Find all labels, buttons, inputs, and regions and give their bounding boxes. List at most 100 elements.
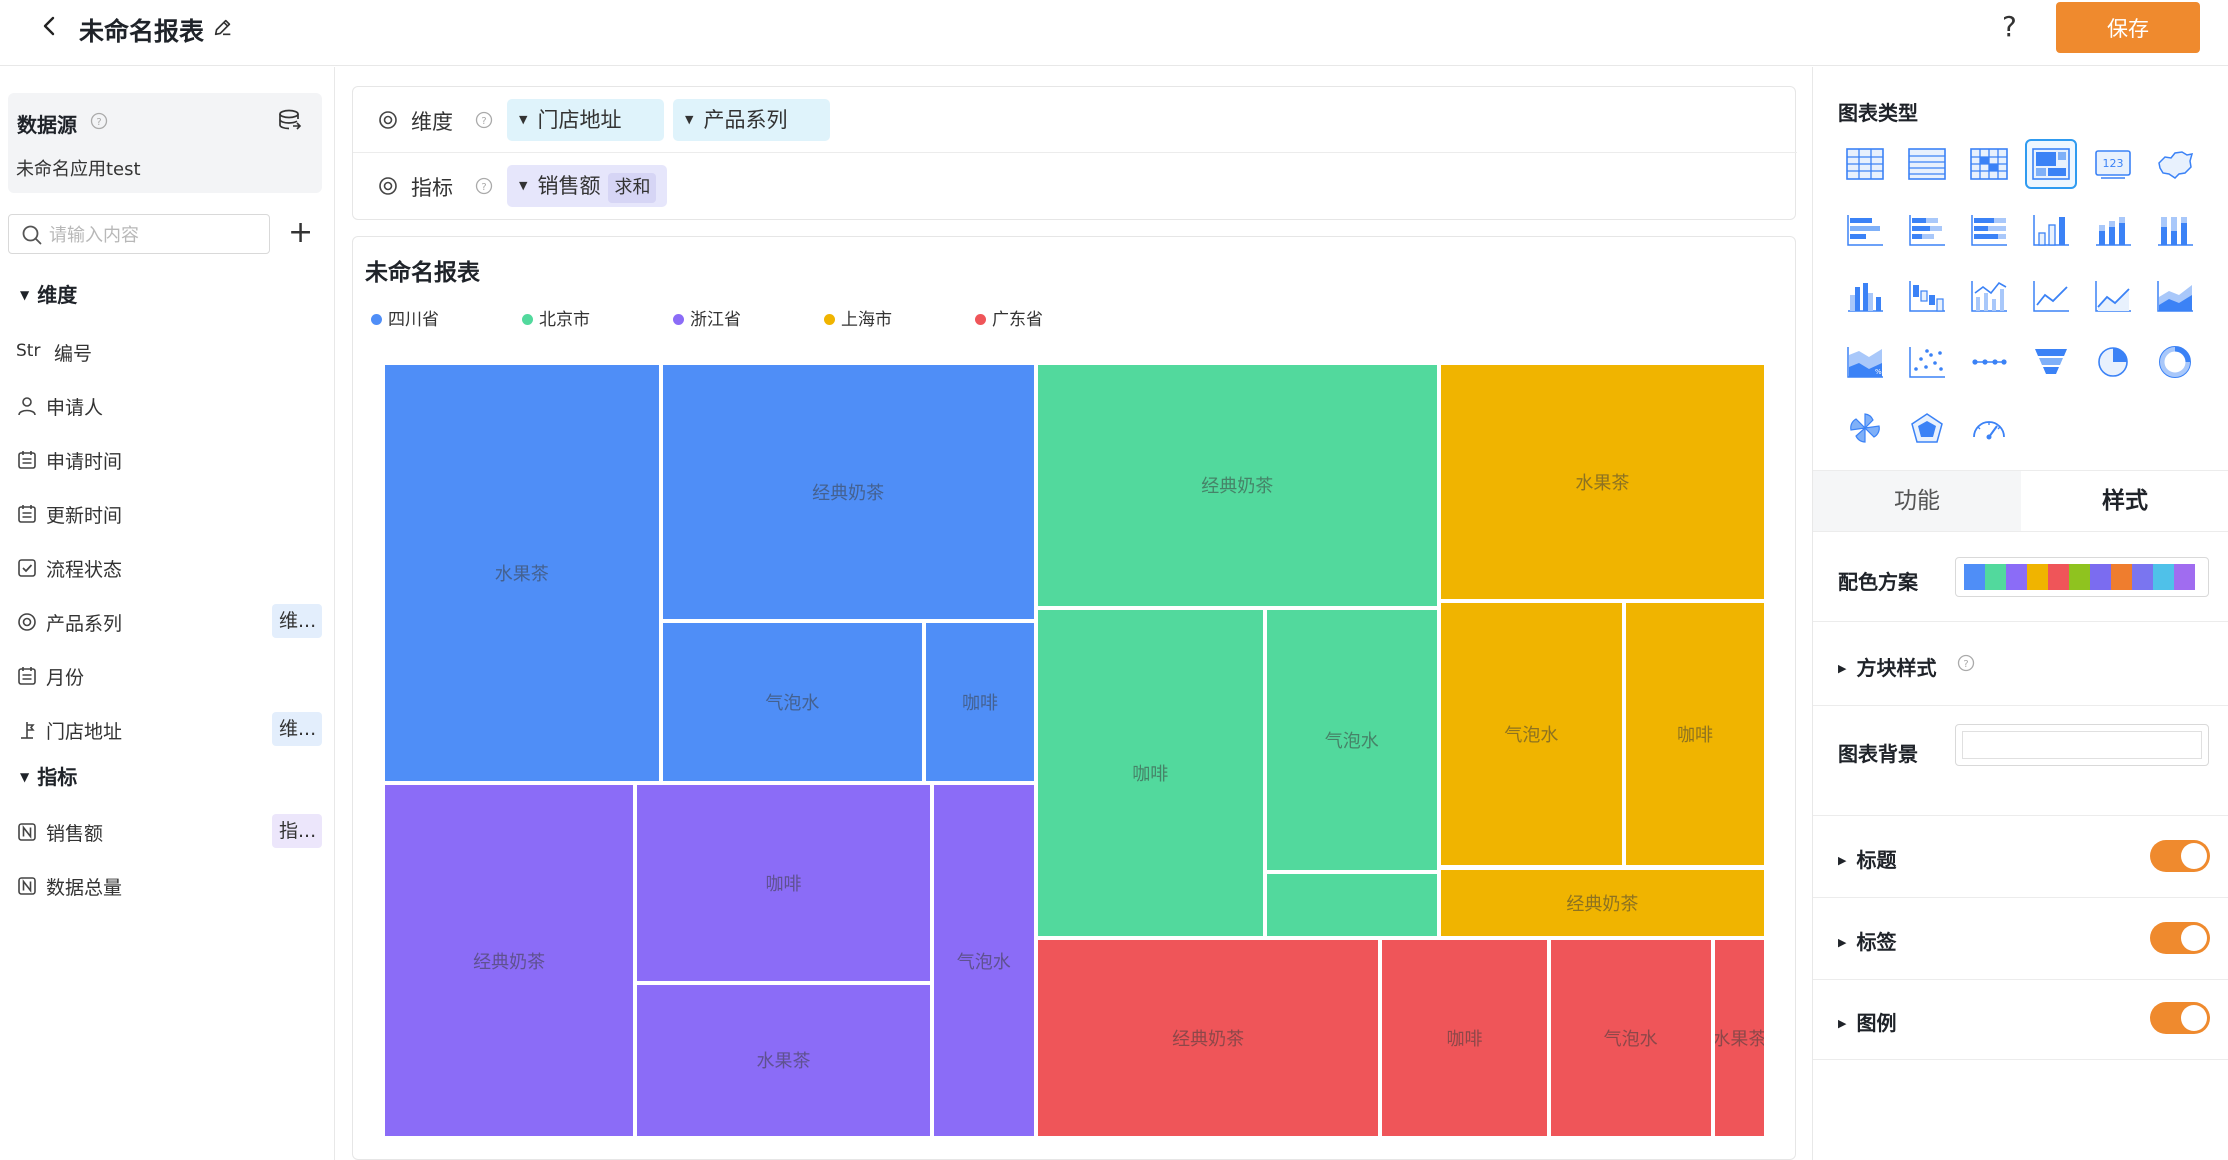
treemap-cell[interactable]: 经典奶茶 bbox=[660, 363, 1036, 622]
palette-row: 配色方案 bbox=[1813, 532, 2228, 622]
edit-pencil-icon[interactable] bbox=[212, 16, 234, 38]
palette-swatch bbox=[2132, 564, 2153, 590]
percent-area-icon[interactable]: % bbox=[1839, 337, 1891, 387]
title-toggle-label[interactable]: ▶ 标题 bbox=[1838, 844, 1896, 873]
percent-bar-icon[interactable] bbox=[1963, 205, 2015, 255]
help-icon[interactable]: ? bbox=[2002, 10, 2017, 43]
treemap-cell[interactable]: 气泡水 bbox=[1264, 607, 1439, 872]
help-circle-icon[interactable]: ? bbox=[475, 177, 493, 195]
measure-section-header[interactable]: ▼ 指标 bbox=[20, 761, 77, 790]
scatter-chart-icon[interactable] bbox=[1901, 337, 1953, 387]
legend-toggle-label[interactable]: ▶ 图例 bbox=[1838, 1007, 1896, 1036]
treemap-cell[interactable]: 经典奶茶 bbox=[383, 783, 636, 1138]
field-item-update-time[interactable]: 更新时间 bbox=[16, 495, 322, 533]
block-style-row[interactable]: ▶ 方块样式 ? bbox=[1813, 622, 2228, 706]
rose-chart-icon[interactable] bbox=[1839, 403, 1891, 453]
stacked-column-icon[interactable] bbox=[2087, 205, 2139, 255]
tab-function[interactable]: 功能 bbox=[1813, 471, 2021, 531]
field-item-applicant[interactable]: 申请人 bbox=[16, 387, 322, 425]
legend-item[interactable]: 四川省 bbox=[371, 305, 439, 330]
field-item-sales[interactable]: 销售额 指... bbox=[16, 813, 322, 851]
field-item-total-count[interactable]: 数据总量 bbox=[16, 867, 322, 905]
treemap-cell[interactable]: 气泡水 bbox=[1548, 937, 1713, 1138]
dot-line-icon[interactable] bbox=[1963, 337, 2015, 387]
treemap-cell[interactable]: 咖啡 bbox=[924, 621, 1036, 784]
help-circle-icon[interactable]: ? bbox=[1957, 654, 1975, 672]
pie-chart-icon[interactable] bbox=[2087, 337, 2139, 387]
treemap-cell[interactable]: 水果茶 bbox=[383, 363, 661, 784]
dimension-pill-product-series[interactable]: ▼ 产品系列 bbox=[673, 99, 830, 141]
database-icon[interactable] bbox=[278, 109, 302, 131]
field-item-flow-status[interactable]: 流程状态 bbox=[16, 549, 322, 587]
field-item-month[interactable]: 月份 bbox=[16, 657, 322, 695]
line-chart-icon[interactable] bbox=[2025, 271, 2077, 321]
treemap-cell[interactable]: 经典奶茶 bbox=[1035, 363, 1439, 608]
svg-text:%: % bbox=[1875, 368, 1882, 376]
bar-chart-icon[interactable] bbox=[1839, 205, 1891, 255]
field-item-apply-time[interactable]: 申请时间 bbox=[16, 441, 322, 479]
treemap-cell[interactable]: 经典奶茶 bbox=[1035, 937, 1381, 1138]
legend-label: 浙江省 bbox=[690, 310, 741, 330]
grouped-column-icon[interactable] bbox=[1839, 271, 1891, 321]
treemap-cell[interactable]: 咖啡 bbox=[1035, 607, 1265, 938]
treemap-cell[interactable]: 气泡水 bbox=[1438, 601, 1624, 868]
measure-pill-sales[interactable]: ▼ 销售额 求和 bbox=[507, 165, 667, 207]
legend-toggle-switch[interactable] bbox=[2150, 1002, 2210, 1034]
donut-chart-icon[interactable] bbox=[2149, 337, 2201, 387]
treemap-cell[interactable]: 咖啡 bbox=[1380, 937, 1549, 1138]
treemap-cell[interactable]: 气泡水 bbox=[931, 783, 1036, 1138]
treemap-cell[interactable]: 经典奶茶 bbox=[1438, 867, 1766, 938]
field-label: 申请人 bbox=[46, 397, 104, 419]
pivot-table-icon[interactable] bbox=[1963, 139, 2015, 189]
label-toggle-row: ▶ 标签 bbox=[1813, 898, 2228, 980]
waterfall-chart-icon[interactable] bbox=[1901, 271, 1953, 321]
china-map-icon[interactable] bbox=[2149, 139, 2201, 189]
save-button[interactable]: 保存 bbox=[2056, 2, 2200, 53]
kpi-number-icon[interactable]: 123 bbox=[2087, 139, 2139, 189]
dimension-section-header[interactable]: ▼ 维度 bbox=[20, 279, 77, 308]
radar-chart-icon[interactable] bbox=[1901, 403, 1953, 453]
title-toggle-switch[interactable] bbox=[2150, 840, 2210, 872]
stacked-bar-icon[interactable] bbox=[1901, 205, 1953, 255]
help-circle-icon[interactable]: ? bbox=[90, 112, 108, 130]
search-input[interactable] bbox=[49, 221, 259, 249]
stacked-area-icon[interactable] bbox=[2149, 271, 2201, 321]
field-item-id[interactable]: Str 编号 bbox=[16, 333, 322, 371]
legend-item[interactable]: 北京市 bbox=[522, 305, 590, 330]
detail-table-icon[interactable] bbox=[1901, 139, 1953, 189]
column-chart-icon[interactable] bbox=[2025, 205, 2077, 255]
percent-column-icon[interactable] bbox=[2149, 205, 2201, 255]
label-toggle-switch[interactable] bbox=[2150, 922, 2210, 954]
legend-item[interactable]: 上海市 bbox=[824, 305, 892, 330]
label-toggle-label[interactable]: ▶ 标签 bbox=[1838, 926, 1896, 955]
field-usage-tag: 维... bbox=[272, 712, 322, 746]
caret-down-icon: ▼ bbox=[20, 770, 30, 784]
palette-select[interactable] bbox=[1955, 557, 2209, 597]
number-icon bbox=[18, 823, 36, 841]
treemap-cell[interactable]: 咖啡 bbox=[635, 783, 932, 983]
add-field-icon[interactable]: + bbox=[288, 215, 313, 251]
treemap-chart-icon[interactable] bbox=[2025, 139, 2077, 189]
background-color-picker[interactable] bbox=[1955, 724, 2209, 766]
table-chart-icon[interactable] bbox=[1839, 139, 1891, 189]
gauge-chart-icon[interactable] bbox=[1963, 403, 2015, 453]
legend-item[interactable]: 广东省 bbox=[975, 305, 1043, 330]
treemap-cell[interactable]: 咖啡 bbox=[1623, 601, 1766, 868]
tab-style[interactable]: 样式 bbox=[2021, 471, 2228, 531]
help-circle-icon[interactable]: ? bbox=[475, 111, 493, 129]
treemap-cell[interactable]: 水果茶 bbox=[1712, 937, 1766, 1138]
dimension-pill-store-address[interactable]: ▼ 门店地址 bbox=[507, 99, 664, 141]
funnel-chart-icon[interactable] bbox=[2025, 337, 2077, 387]
combo-chart-icon[interactable] bbox=[1963, 271, 2015, 321]
treemap-cell[interactable]: 水果茶 bbox=[1438, 363, 1766, 602]
treemap-cell[interactable]: 水果茶 bbox=[635, 982, 932, 1138]
field-item-product-series[interactable]: 产品系列 维... bbox=[16, 603, 322, 641]
area-chart-icon[interactable] bbox=[2087, 271, 2139, 321]
treemap-cell[interactable]: 气泡水 bbox=[660, 621, 925, 784]
chart-title: 未命名报表 bbox=[365, 260, 480, 286]
back-arrow-icon[interactable] bbox=[38, 14, 62, 38]
treemap-cell[interactable] bbox=[1264, 871, 1439, 938]
datasource-title: 数据源 bbox=[17, 113, 77, 137]
field-item-store-address[interactable]: 门店地址 维... bbox=[16, 711, 322, 749]
legend-item[interactable]: 浙江省 bbox=[673, 305, 741, 330]
